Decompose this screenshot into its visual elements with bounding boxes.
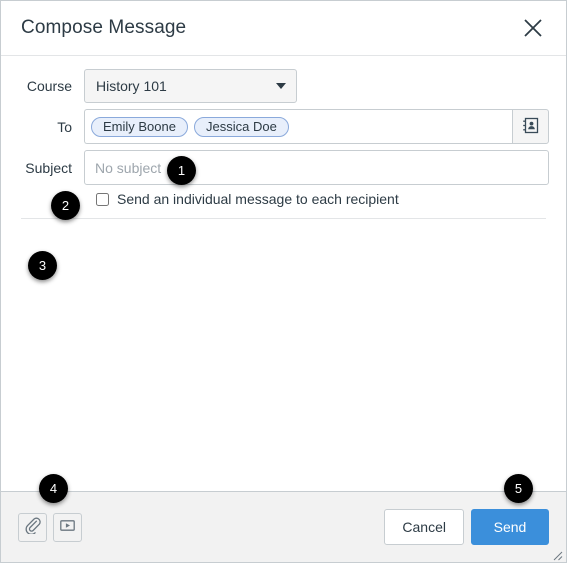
callout-badge-3: 3 xyxy=(28,251,57,280)
footer-actions: Cancel Send xyxy=(384,509,549,545)
address-book-button[interactable] xyxy=(512,109,549,144)
attach-file-button[interactable] xyxy=(18,512,47,542)
subject-row: Subject xyxy=(18,150,549,185)
media-recorder-icon xyxy=(59,517,76,537)
recipients-input[interactable]: Emily Boone Jessica Doe xyxy=(84,109,512,144)
compose-form: Course History 101 To Emily Boone Jessic… xyxy=(1,56,566,218)
callout-badge-5: 5 xyxy=(504,474,533,503)
attachment-toolbar xyxy=(18,512,82,542)
individual-message-row: Send an individual message to each recip… xyxy=(18,191,549,207)
course-row: Course History 101 xyxy=(18,69,549,103)
course-select[interactable]: History 101 xyxy=(84,69,297,103)
close-icon xyxy=(522,17,544,39)
dialog-header: Compose Message xyxy=(1,1,566,56)
resize-grip-icon[interactable] xyxy=(551,548,563,561)
recipient-pill[interactable]: Jessica Doe xyxy=(193,116,289,137)
address-book-icon xyxy=(522,117,539,137)
recipients-field-group: Emily Boone Jessica Doe xyxy=(84,109,549,144)
course-select-wrapper: History 101 xyxy=(84,69,297,103)
paperclip-icon xyxy=(24,517,41,537)
page-title: Compose Message xyxy=(21,17,187,38)
message-body-text xyxy=(1,219,566,247)
compose-message-dialog: Compose Message Course History 101 To Em… xyxy=(0,0,567,563)
send-button[interactable]: Send xyxy=(471,509,549,545)
callout-badge-4: 4 xyxy=(39,474,68,503)
subject-label: Subject xyxy=(25,159,72,176)
subject-input[interactable] xyxy=(84,150,549,185)
to-row: To Emily Boone Jessica Doe xyxy=(18,109,549,144)
dialog-footer: Cancel Send xyxy=(1,491,566,562)
close-button[interactable] xyxy=(516,11,550,45)
callout-badge-1: 1 xyxy=(167,156,196,185)
callout-badge-2: 2 xyxy=(51,191,80,220)
recipient-pill[interactable]: Emily Boone xyxy=(91,116,188,137)
message-body-editor[interactable] xyxy=(1,219,566,491)
to-label: To xyxy=(57,118,72,135)
record-media-button[interactable] xyxy=(53,512,82,542)
cancel-button[interactable]: Cancel xyxy=(384,509,464,545)
individual-message-label[interactable]: Send an individual message to each recip… xyxy=(117,191,399,207)
course-label: Course xyxy=(26,78,72,94)
individual-message-checkbox[interactable] xyxy=(96,192,109,206)
